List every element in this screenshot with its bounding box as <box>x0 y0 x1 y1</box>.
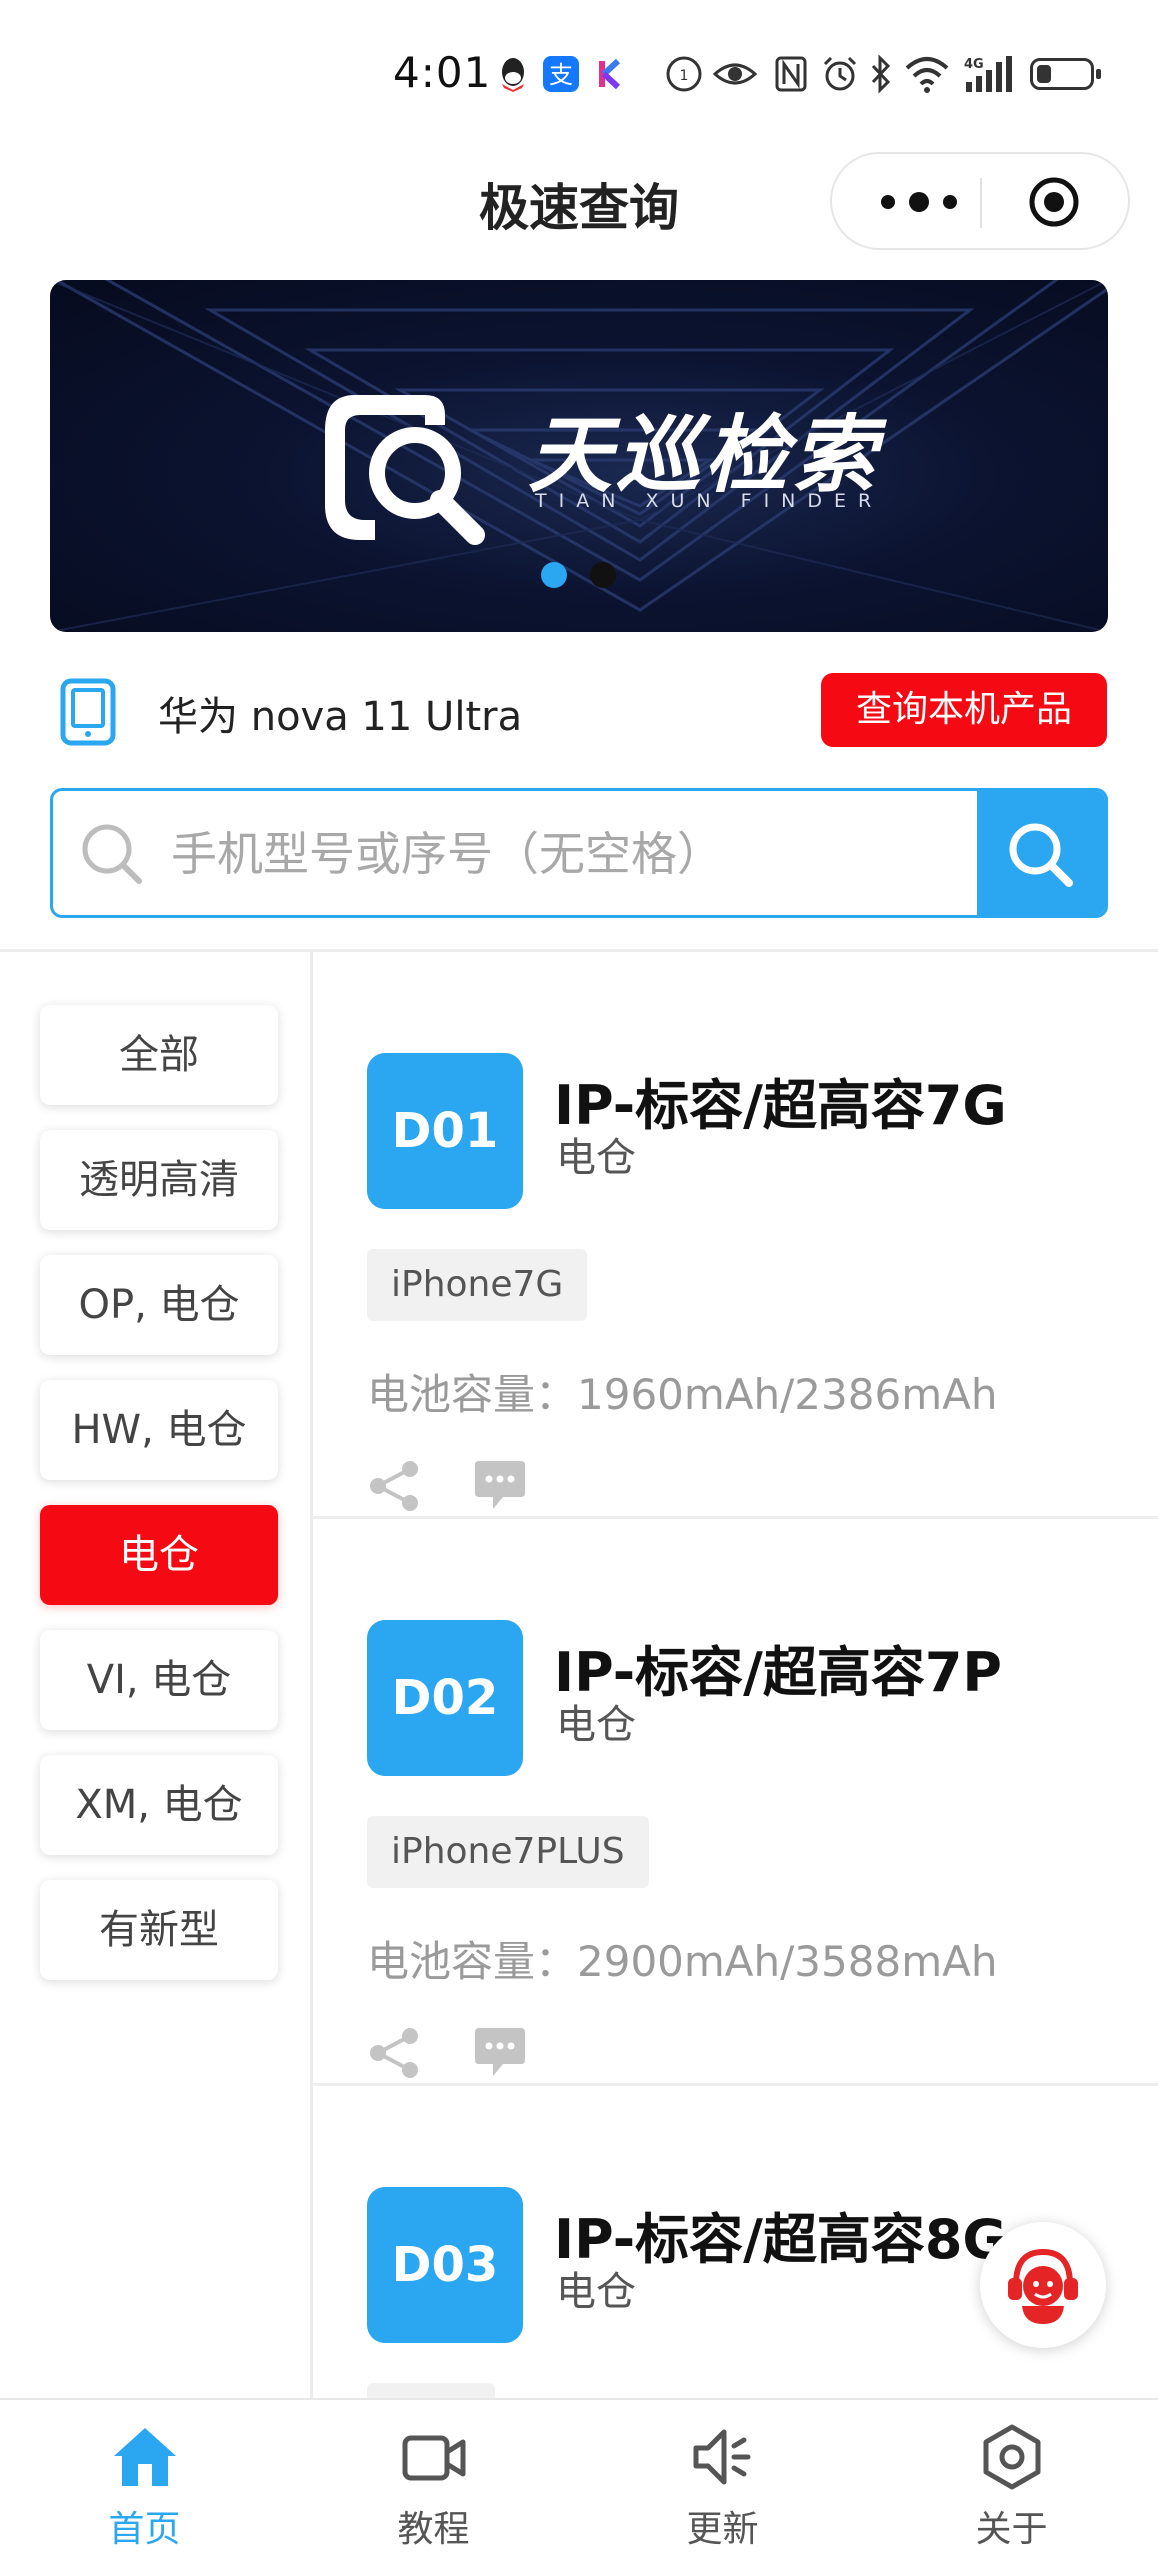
product-type: 电仓 <box>556 1702 636 1748</box>
share-icon[interactable] <box>368 1459 422 1513</box>
status-time: 4:01 <box>393 48 492 97</box>
eye-icon <box>712 63 758 85</box>
headset-agent-icon <box>1008 2248 1078 2324</box>
tab-tutorial[interactable]: 教程 <box>289 2400 578 2560</box>
device-model-name: 华为 nova 11 Ultra <box>158 694 523 740</box>
banner-dot-2[interactable] <box>590 562 616 588</box>
capsule-divider <box>980 178 982 228</box>
query-this-device-button[interactable]: 查询本机产品 <box>821 673 1107 747</box>
bottom-tab-bar: 首页 教程 更新 关于 <box>0 2398 1158 2560</box>
battery-capacity: 电池容量：1960mAh/2386mAh <box>367 1370 998 1419</box>
svg-text:1: 1 <box>680 68 689 84</box>
product-code-badge: D02 <box>367 1620 523 1776</box>
product-card[interactable]: D01 IP-标容/超高容7G 电仓 iPhone7G 电池容量：1960mAh… <box>313 953 1158 1519</box>
category-item[interactable]: 透明高清 <box>40 1130 278 1230</box>
mini-program-capsule <box>830 152 1130 250</box>
card-divider <box>313 2083 1158 2086</box>
promo-banner[interactable]: 天巡检索 TIAN XUN FINDER <box>50 280 1108 632</box>
category-item[interactable]: OP, 电仓 <box>40 1255 278 1355</box>
category-item[interactable]: 电仓 <box>40 1505 278 1605</box>
banner-dot-1[interactable] <box>541 562 567 588</box>
battery-capacity: 电池容量：2900mAh/3588mAh <box>367 1937 998 1986</box>
status-bar: 4:01 支 1 4G <box>0 0 1158 150</box>
tab-label: 教程 <box>397 2509 470 2550</box>
card-divider <box>313 1516 1158 1519</box>
product-code-badge: D01 <box>367 1053 523 1209</box>
battery-icon <box>1030 58 1101 90</box>
model-tag: iPhone7PLUS <box>367 1816 649 1888</box>
tab-about[interactable]: 关于 <box>867 2400 1156 2560</box>
nfc-icon <box>775 56 807 92</box>
model-tag: iPhone7G <box>367 1249 588 1321</box>
hd-call-icon: 1 <box>666 56 702 92</box>
search-button[interactable] <box>977 791 1105 915</box>
alipay-icon: 支 <box>543 56 579 92</box>
model-tag <box>367 2383 495 2398</box>
tab-label: 首页 <box>108 2509 181 2550</box>
search-input[interactable] <box>169 813 973 895</box>
category-item[interactable]: 全部 <box>40 1005 278 1105</box>
category-item[interactable]: VI, 电仓 <box>40 1630 278 1730</box>
hexagon-settings-icon <box>983 2424 1041 2490</box>
phone-icon <box>60 678 116 746</box>
tab-label: 更新 <box>686 2509 759 2550</box>
search-icon <box>1009 823 1073 887</box>
target-circle-icon[interactable] <box>1028 176 1080 228</box>
banner-subtitle: TIAN XUN FINDER <box>535 490 884 512</box>
cellular-signal-icon: 4G <box>964 56 1012 92</box>
tianxun-logo-icon <box>325 395 485 545</box>
tab-updates[interactable]: 更新 <box>578 2400 867 2560</box>
section-divider <box>0 949 1158 952</box>
video-camera-icon <box>402 2435 466 2481</box>
share-icon[interactable] <box>368 2026 422 2080</box>
more-dots-icon[interactable] <box>874 190 964 214</box>
category-item[interactable]: HW, 电仓 <box>40 1380 278 1480</box>
alarm-icon <box>823 56 857 91</box>
product-code-badge: D03 <box>367 2187 523 2343</box>
search-bar <box>50 788 1108 918</box>
tab-label: 关于 <box>975 2509 1048 2550</box>
product-type: 电仓 <box>556 1135 636 1181</box>
speaker-icon <box>693 2429 751 2485</box>
customer-service-button[interactable] <box>980 2222 1106 2348</box>
category-item[interactable]: XM, 电仓 <box>40 1755 278 1855</box>
bluetooth-icon <box>871 54 891 94</box>
qq-icon <box>502 58 524 92</box>
app-k-icon <box>599 58 621 90</box>
comment-icon[interactable] <box>473 1459 527 1511</box>
product-type: 电仓 <box>556 2269 636 2315</box>
svg-text:支: 支 <box>549 61 573 89</box>
comment-icon[interactable] <box>473 2026 527 2078</box>
search-icon <box>82 824 142 884</box>
home-icon <box>114 2428 176 2486</box>
product-card[interactable]: D02 IP-标容/超高容7P 电仓 iPhone7PLUS 电池容量：2900… <box>313 1520 1158 2086</box>
tab-home[interactable]: 首页 <box>0 2400 289 2560</box>
svg-text:4G: 4G <box>964 57 984 72</box>
category-item[interactable]: 有新型 <box>40 1880 278 1980</box>
wifi-icon <box>905 57 949 93</box>
